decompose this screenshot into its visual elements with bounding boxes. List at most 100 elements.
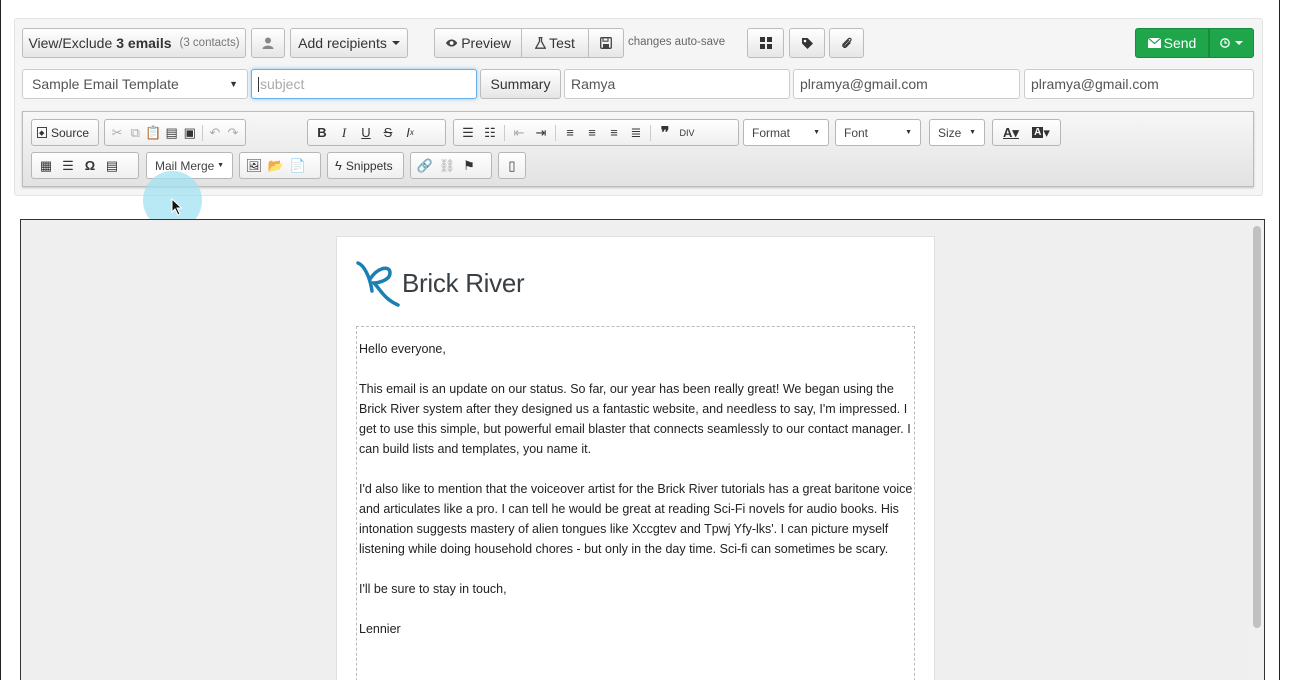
media-group: 🖼 📂 📄 [239,152,321,179]
folder-open-icon[interactable]: 📂 [265,155,287,177]
source-icon: ◆ [37,127,47,138]
tags-button[interactable] [789,28,825,58]
align-left-icon[interactable]: ≡ [559,122,581,144]
save-button[interactable] [589,28,624,58]
div-container-icon[interactable]: DIV [676,122,698,144]
reply-to-email-field[interactable]: plramya@gmail.com [1024,69,1254,99]
email-closing: I'll be sure to stay in touch, [359,582,507,596]
background-color-icon[interactable]: A ▾ [1026,122,1056,144]
schedule-send-button[interactable] [1209,28,1254,58]
size-dropdown[interactable]: Size ▼ [929,119,985,146]
remove-format-icon[interactable]: Ix [399,122,421,144]
underline-icon[interactable]: U [355,122,377,144]
outdent-icon[interactable]: ⇤ [508,122,530,144]
email-body[interactable]: Hello everyone, This email is an update … [356,326,915,680]
file-icon[interactable]: 📄 [287,155,309,177]
editor-canvas[interactable]: Brick River Hello everyone, This email i… [20,219,1265,680]
italic-icon[interactable]: I [333,122,355,144]
editor-scrollbar[interactable] [1249,220,1264,680]
chevron-down-icon [1235,41,1243,45]
horizontal-line-icon[interactable]: ☰ [57,155,79,177]
paste-word-icon[interactable]: ▣ [181,122,199,144]
paste-text-icon[interactable]: ▤ [163,122,181,144]
unlink-icon[interactable]: ⛓ [436,155,458,177]
iframe-icon[interactable]: ▤ [101,155,123,177]
contact-button[interactable] [251,28,285,58]
preview-button[interactable]: Preview [434,28,522,58]
attach-button[interactable] [829,28,864,58]
strikethrough-icon[interactable]: S [377,122,399,144]
eye-icon [445,39,458,47]
subject-input[interactable]: subject [251,69,477,99]
image-icon[interactable]: 🖼 [243,155,265,177]
scrollbar-thumb[interactable] [1253,226,1261,628]
separator [504,124,505,141]
table-icon[interactable]: ▦ [35,155,57,177]
test-button[interactable]: Test [522,28,589,58]
email-greeting: Hello everyone, [359,342,446,356]
indent-icon[interactable]: ⇥ [530,122,552,144]
from-email-field[interactable]: plramya@gmail.com [793,69,1020,99]
font-dropdown[interactable]: Font ▼ [835,119,921,146]
align-center-icon[interactable]: ≡ [581,122,603,144]
send-label: Send [1163,35,1197,51]
size-label: Size [938,125,962,140]
email-paragraph-2: I'd also like to mention that the voiceo… [359,482,913,556]
undo-icon[interactable]: ↶ [206,122,224,144]
source-button[interactable]: ◆ Source [31,119,99,146]
autosave-note: changes auto-save [628,36,726,48]
source-label: Source [51,125,90,140]
send-button[interactable]: Send [1135,28,1209,58]
snippets-label: Snippets [345,158,393,173]
show-blocks-icon: ▯ [508,157,516,173]
dropdown-arrow-icon: ▼ [969,129,976,136]
mail-merge-label: Mail Merge [155,158,215,173]
insert-group: ▦ ☰ Ω ▤ [31,152,139,179]
lightning-icon: ϟ [335,158,342,173]
layout-button[interactable] [747,28,784,58]
test-label: Test [549,35,575,51]
align-justify-icon[interactable]: ≣ [625,122,647,144]
format-dropdown[interactable]: Format ▼ [743,119,829,146]
text-style-group: B I U S Ix [307,119,446,146]
clock-icon [1220,38,1230,48]
blockquote-icon[interactable]: ❞ [654,122,676,144]
brick-river-logo-icon [356,261,400,307]
align-right-icon[interactable]: ≡ [603,122,625,144]
bulleted-list-icon[interactable]: ☷ [479,122,501,144]
summary-label: Summary [490,76,551,92]
dropdown-arrow-icon: ▼ [229,79,238,89]
from-email-value: plramya@gmail.com [800,76,928,92]
show-blocks-button[interactable]: ▯ [498,152,526,179]
clipboard-group: ✂ ⧉ 📋 ▤ ▣ ↶ ↷ [104,119,246,146]
add-recipients-button[interactable]: Add recipients [290,28,408,58]
from-name-value: Ramya [571,76,616,92]
snippets-button[interactable]: ϟ Snippets [327,152,404,179]
paste-icon[interactable]: 📋 [144,122,162,144]
dropdown-arrow-icon: ▼ [905,129,912,136]
copy-icon[interactable]: ⧉ [126,122,144,144]
cut-icon[interactable]: ✂ [108,122,126,144]
link-icon[interactable]: 🔗 [414,155,436,177]
flask-icon [535,37,547,49]
separator [201,124,203,141]
font-label: Font [844,125,869,140]
special-char-icon[interactable]: Ω [79,155,101,177]
numbered-list-icon[interactable]: ☰ [457,122,479,144]
redo-icon[interactable]: ↷ [224,122,242,144]
template-select-value: Sample Email Template [32,76,179,92]
from-name-field[interactable]: Ramya [564,69,790,99]
email-page: Brick River Hello everyone, This email i… [336,236,935,680]
dropdown-arrow-icon: ▼ [217,162,224,169]
view-exclude-button[interactable]: View/Exclude 3 emails (3 contacts) [22,28,246,58]
text-color-icon[interactable]: A▾ [996,122,1026,144]
text-cursor [258,76,259,92]
user-icon [262,37,274,49]
editor-toolbar: ◆ Source ✂ ⧉ 📋 ▤ ▣ ↶ ↷ B I U S Ix ☰ ☷ ⇤ … [22,111,1254,187]
envelope-icon [1147,38,1161,48]
anchor-flag-icon[interactable]: ⚑ [458,155,480,177]
bold-icon[interactable]: B [311,122,333,144]
mouse-pointer-icon [171,198,183,216]
template-select[interactable]: Sample Email Template ▼ [22,69,248,99]
summary-button[interactable]: Summary [480,69,561,99]
